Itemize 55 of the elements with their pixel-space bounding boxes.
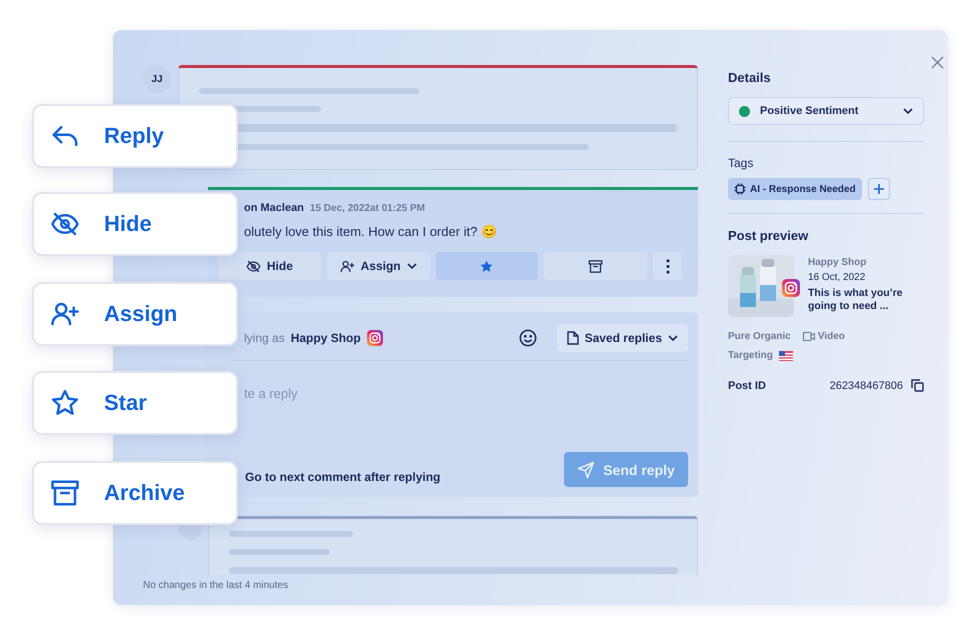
video-icon [802,332,815,341]
campaign-label: Pure Organic [728,331,791,342]
sentiment-dropdown[interactable]: Positive Sentiment [728,97,924,125]
details-title: Details [728,70,772,85]
hide-button[interactable]: Hide [32,192,238,256]
emoji-icon[interactable] [518,329,537,347]
star-button[interactable]: Star [32,371,238,435]
post-account: Happy Shop [808,257,868,268]
camera-icon [366,330,383,346]
status-text: No changes in the last 4 minutes [143,580,290,591]
hide-button[interactable]: Hide [218,252,321,280]
more-icon [666,258,670,274]
chevron-down-icon [668,335,678,341]
assign-button[interactable]: Assign [32,282,238,346]
star-icon [479,258,494,274]
post-id-label: Post ID [728,380,766,392]
post-preview-title: Post preview [728,228,810,243]
saved-replies-button[interactable]: Saved replies [556,324,688,352]
copy-icon[interactable] [911,379,924,392]
reply-button[interactable]: Reply [32,104,238,168]
more-button[interactable] [653,252,682,280]
plus-icon [872,183,885,195]
assign-button[interactable]: Assign [326,252,430,280]
targeting-label: Targeting [728,350,773,361]
archive-icon [50,478,80,508]
add-user-icon [340,258,355,274]
chevron-down-icon [903,108,913,114]
chip-icon [734,183,746,195]
chevron-down-icon [406,263,417,269]
tag[interactable]: AI - Response Needed [728,178,862,200]
flag-icon [778,350,793,360]
archive-icon [588,258,604,274]
tags-label: Tags [728,156,754,170]
close-icon [931,56,944,69]
archive-button[interactable] [544,252,647,280]
reply-field[interactable]: te a reply [244,381,444,405]
add-tag-button[interactable] [868,178,890,200]
post-date: 16 Oct, 2022 [808,272,866,283]
star-button[interactable] [436,252,538,280]
account-name: Happy Shop [290,331,361,345]
post-caption: This is what you’re going to need ... [808,287,904,314]
send-icon [577,460,596,478]
comment-date: 15 Dec, 2022at 01:25 PM [310,203,425,214]
camera-icon [782,279,800,297]
media-type: Video [818,331,845,342]
avatar: JJ [143,65,171,93]
replying-as-label: lying as [244,331,285,345]
archive-button[interactable]: Archive [32,461,238,525]
eye-slash-icon [246,258,261,274]
post-id: 262348467806 [830,380,903,392]
author-name: on Maclean [244,202,304,214]
next-comment-label: Go to next comment after replying [244,470,440,484]
star-icon [50,388,80,418]
comment-text: olutely love this item. How can I order it? 😊 [244,224,498,239]
document-icon [566,331,579,345]
